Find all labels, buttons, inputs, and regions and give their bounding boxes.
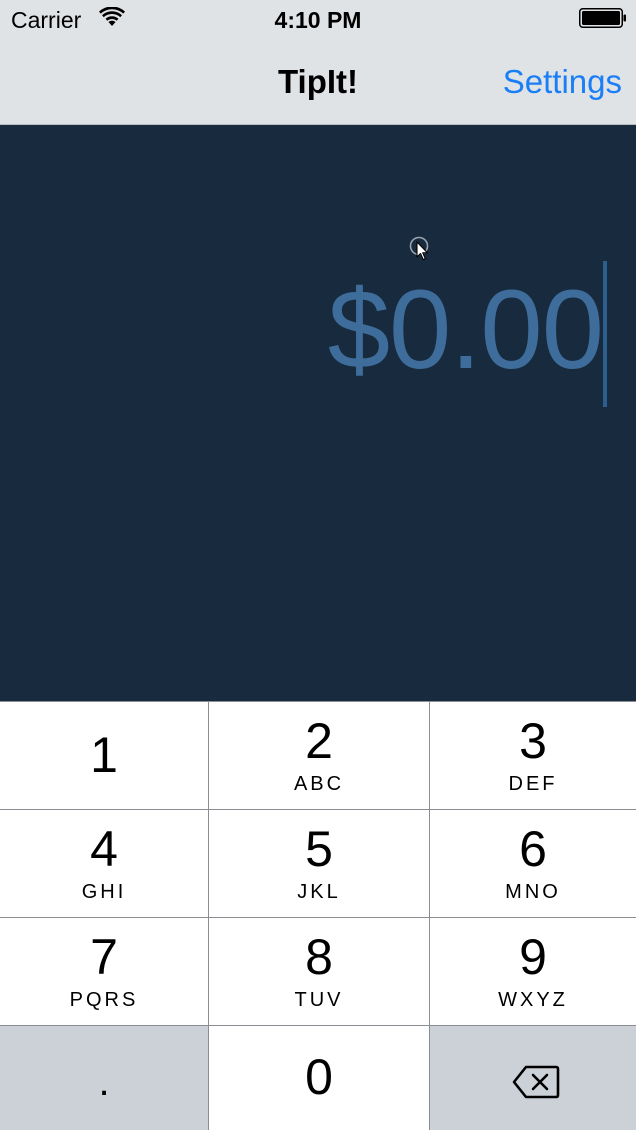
key-digit: 0 xyxy=(305,1049,333,1105)
key-letters: PQRS xyxy=(69,989,139,1011)
key-letters: ABC xyxy=(293,773,345,795)
key-letters: GHI xyxy=(81,881,127,903)
bill-entry-area: $0.00 xyxy=(0,125,636,701)
key-8[interactable]: 8 TUV xyxy=(209,918,429,1025)
key-digit: 8 xyxy=(305,929,333,985)
key-digit: 7 xyxy=(90,929,118,985)
key-letters: TUV xyxy=(294,989,344,1011)
key-3[interactable]: 3 DEF xyxy=(430,702,636,809)
key-digit: 1 xyxy=(90,727,118,783)
key-0[interactable]: 0 xyxy=(209,1026,429,1130)
key-1[interactable]: 1 xyxy=(0,702,208,809)
key-7[interactable]: 7 PQRS xyxy=(0,918,208,1025)
key-digit: 9 xyxy=(519,929,547,985)
backspace-icon xyxy=(512,1065,560,1099)
bill-amount-field[interactable]: $0.00 xyxy=(328,270,604,390)
decimal-key[interactable]: . xyxy=(0,1026,208,1130)
key-letters: DEF xyxy=(508,773,558,795)
status-time: 4:10 PM xyxy=(274,7,362,33)
key-letters: MNO xyxy=(505,881,561,903)
key-4[interactable]: 4 GHI xyxy=(0,810,208,917)
key-digit: 6 xyxy=(519,821,547,877)
settings-button[interactable]: Settings xyxy=(503,62,622,102)
key-digit: 2 xyxy=(305,713,333,769)
key-digit: 3 xyxy=(519,713,547,769)
key-9[interactable]: 9 WXYZ xyxy=(430,918,636,1025)
status-bar: Carrier 4:10 PM xyxy=(0,0,636,40)
key-5[interactable]: 5 JKL xyxy=(209,810,429,917)
key-letters: WXYZ xyxy=(498,989,568,1011)
mouse-pointer-icon xyxy=(409,236,429,261)
text-caret xyxy=(603,261,607,407)
battery-icon xyxy=(579,8,626,28)
key-letters: JKL xyxy=(297,881,341,903)
decimal-point-label: . xyxy=(98,1060,110,1104)
navigation-bar: TipIt! Settings xyxy=(0,40,636,125)
key-digit: 5 xyxy=(305,821,333,877)
key-6[interactable]: 6 MNO xyxy=(430,810,636,917)
key-2[interactable]: 2 ABC xyxy=(209,702,429,809)
key-digit: 4 xyxy=(90,821,118,877)
